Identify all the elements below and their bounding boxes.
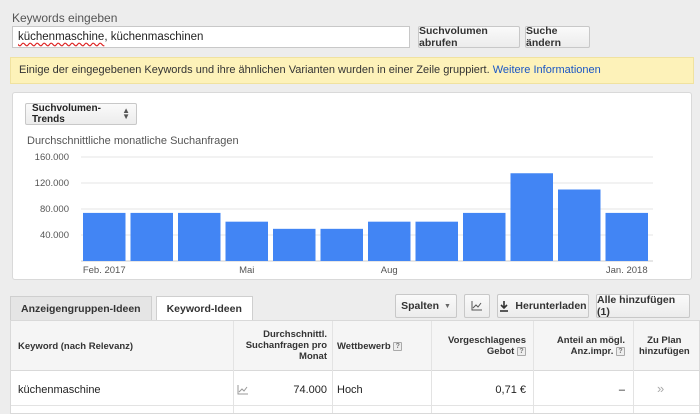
keyword-input-value-2: , küchenmaschinen xyxy=(104,31,204,43)
help-icon[interactable]: ? xyxy=(517,346,526,356)
keyword-input-value-1: küchenmaschine xyxy=(18,31,105,43)
y-tick-label: 80.000 xyxy=(40,204,69,215)
help-icon[interactable]: ? xyxy=(393,341,403,351)
chart-bar xyxy=(463,212,506,261)
header-impr-share[interactable]: Anteil an mögl. Anz.impr. ? xyxy=(557,335,625,357)
header-bid-l2: Gebot xyxy=(486,346,515,357)
learn-more-link[interactable]: Weitere Informationen xyxy=(493,64,601,76)
header-avg-searches-l1: Durchschnittl. xyxy=(263,329,327,340)
help-icon[interactable]: ? xyxy=(616,346,625,356)
header-competition[interactable]: Wettbewerb ? xyxy=(337,341,403,352)
columns-label: Spalten xyxy=(401,300,439,312)
x-tick-label: Aug xyxy=(381,265,398,276)
header-plan-l2: hinzufügen xyxy=(639,346,690,357)
chart-bar xyxy=(368,221,411,261)
idea-tabs: Anzeigengruppen-Ideen Keyword-Ideen xyxy=(10,296,257,321)
x-tick-label: Feb. 2017 xyxy=(83,265,126,276)
x-tick-label: Mai xyxy=(239,265,254,276)
header-avg-searches-l3: Monat xyxy=(299,351,327,362)
header-bid-l1: Vorgeschlagenes xyxy=(448,335,526,346)
chart-bar xyxy=(130,212,173,261)
chart-bar xyxy=(510,173,553,261)
y-tick-label: 40.000 xyxy=(40,230,69,241)
chart-toggle-button[interactable] xyxy=(464,294,490,318)
cell-bid: 0,71 € xyxy=(495,384,526,396)
tab-ad-group-ideas[interactable]: Anzeigengruppen-Ideen xyxy=(10,296,152,320)
tab-keyword-ideas[interactable]: Keyword-Ideen xyxy=(155,296,253,321)
chart-bar xyxy=(415,221,458,261)
line-chart-icon xyxy=(471,301,482,311)
header-add-to-plan: Zu Plan hinzufügen xyxy=(639,335,690,357)
grouping-notice: Einige der eingegebenen Keywords und ihr… xyxy=(10,57,694,84)
table-row[interactable]: küchenmaschine 74.000 Hoch 0,71 € – » xyxy=(11,372,699,406)
add-to-plan-icon[interactable]: » xyxy=(657,381,664,396)
chart-bar xyxy=(83,212,126,261)
header-plan-l1: Zu Plan xyxy=(647,335,682,346)
keywords-label: Keywords eingeben xyxy=(12,11,118,25)
trend-chart-icon[interactable] xyxy=(237,385,249,395)
download-button[interactable]: Herunterladen xyxy=(497,294,589,318)
download-icon xyxy=(500,300,509,312)
header-keyword[interactable]: Keyword (nach Relevanz) xyxy=(18,341,133,352)
table-header: Keyword (nach Relevanz) Durchschnittl. S… xyxy=(11,321,699,371)
header-bid[interactable]: Vorgeschlagenes Gebot ? xyxy=(448,335,526,357)
header-share-l2: Anz.impr. xyxy=(570,346,614,357)
cell-avg-searches: 74.000 xyxy=(293,384,327,396)
header-share-l1: Anteil an mögl. xyxy=(556,335,625,346)
modify-search-button[interactable]: Suche ändern xyxy=(525,25,590,49)
add-all-button[interactable]: Alle hinzufügen (1) xyxy=(596,294,690,318)
columns-button[interactable]: Spalten ▼ xyxy=(395,294,457,318)
y-tick-label: 120.000 xyxy=(35,178,69,189)
header-avg-searches[interactable]: Durchschnittl. Suchanfragen pro Monat xyxy=(246,329,327,362)
header-competition-label: Wettbewerb xyxy=(337,341,391,352)
cell-keyword: küchenmaschine xyxy=(18,384,101,396)
get-search-volume-button[interactable]: Suchvolumen abrufen xyxy=(418,25,520,49)
caret-down-icon: ▼ xyxy=(444,302,451,310)
chart-bar xyxy=(178,212,221,261)
keyword-table: Keyword (nach Relevanz) Durchschnittl. S… xyxy=(10,320,700,414)
chart-bar xyxy=(558,189,601,261)
chart-bar xyxy=(320,228,363,261)
x-tick-label: Jan. 2018 xyxy=(606,265,648,276)
y-tick-label: 160.000 xyxy=(35,152,69,163)
bar-chart: 40.000 80.000 120.000 160.000 Feb. 2017 Mai Au… xyxy=(35,152,653,276)
cell-competition: Hoch xyxy=(337,384,363,396)
chart-bar xyxy=(605,212,648,261)
header-avg-searches-l2: Suchanfragen pro xyxy=(245,340,327,351)
cell-impr-share: – xyxy=(618,384,625,396)
chart-bar xyxy=(225,221,268,261)
chart-bar xyxy=(273,228,316,261)
download-label: Herunterladen xyxy=(515,300,587,312)
chart-card: Suchvolumen-Trends ▲ ▼ Durchschnittliche … xyxy=(12,92,692,280)
keyword-input[interactable]: küchenmaschine, küchenmaschinen xyxy=(12,26,410,48)
notice-text: Einige der eingegebenen Keywords und ihr… xyxy=(19,64,493,76)
